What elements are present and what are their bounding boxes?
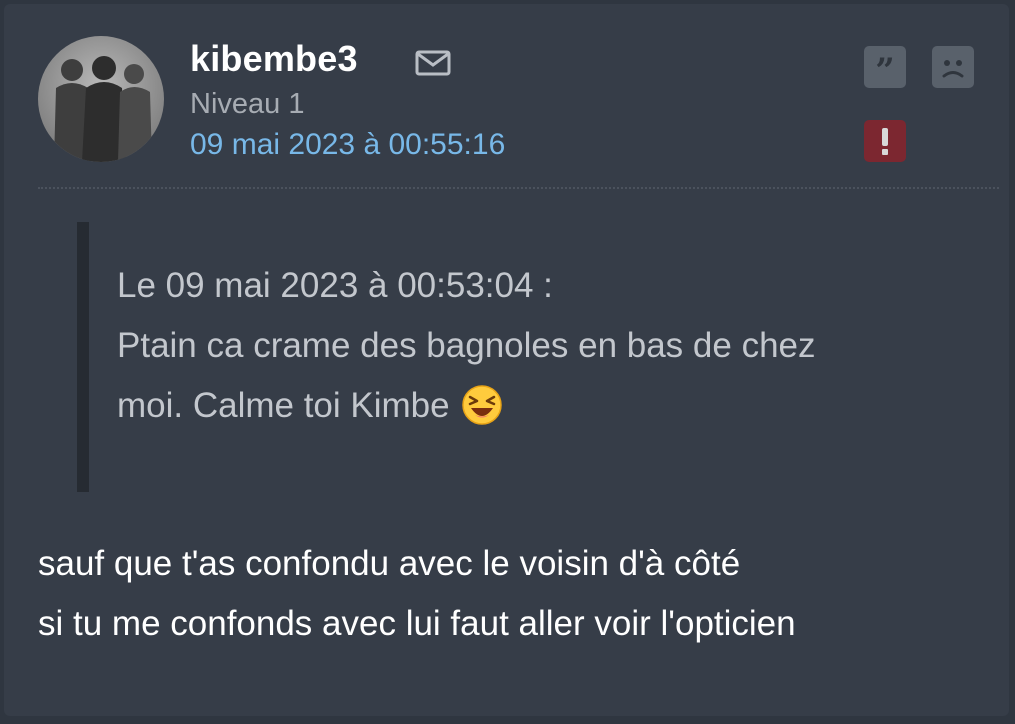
laughing-face-emoji-icon (461, 384, 503, 426)
post-body: sauf que t'as confondu avec le voisin d'… (38, 534, 796, 654)
post-author-username[interactable]: kibembe3 (190, 38, 358, 80)
quote-icon: ” (875, 51, 895, 88)
header-separator (38, 187, 999, 189)
quote-line-with-emoji: moi. Calme toi Kimbe (117, 376, 937, 436)
quote-header: Le 09 mai 2023 à 00:53:04 : (117, 266, 553, 305)
author-level: Niveau 1 (190, 88, 305, 120)
group-silhouette-avatar-icon (54, 56, 152, 162)
user-avatar[interactable] (38, 36, 164, 162)
quote-line: Ptain ca crame des bagnoles en bas de ch… (117, 326, 816, 365)
quoted-message: Le 09 mai 2023 à 00:53:04 : Ptain ca cra… (117, 256, 937, 436)
envelope-icon[interactable] (414, 48, 452, 78)
post-body-line: si tu me confonds avec lui faut aller vo… (38, 604, 796, 643)
quote-bar (77, 222, 89, 492)
sad-reaction-button[interactable] (932, 46, 974, 88)
quote-button[interactable]: ” (864, 46, 906, 88)
forum-post: kibembe3 Niveau 1 09 mai 2023 à 00:55:16… (4, 4, 1009, 716)
exclamation-icon (882, 128, 888, 155)
post-body-line: sauf que t'as confondu avec le voisin d'… (38, 544, 741, 583)
post-date-link[interactable]: 09 mai 2023 à 00:55:16 (190, 128, 505, 162)
report-button[interactable] (864, 120, 906, 162)
sad-face-icon (942, 60, 964, 78)
quote-line: moi. Calme toi Kimbe (117, 386, 450, 425)
svg-text:”: ” (875, 51, 895, 88)
